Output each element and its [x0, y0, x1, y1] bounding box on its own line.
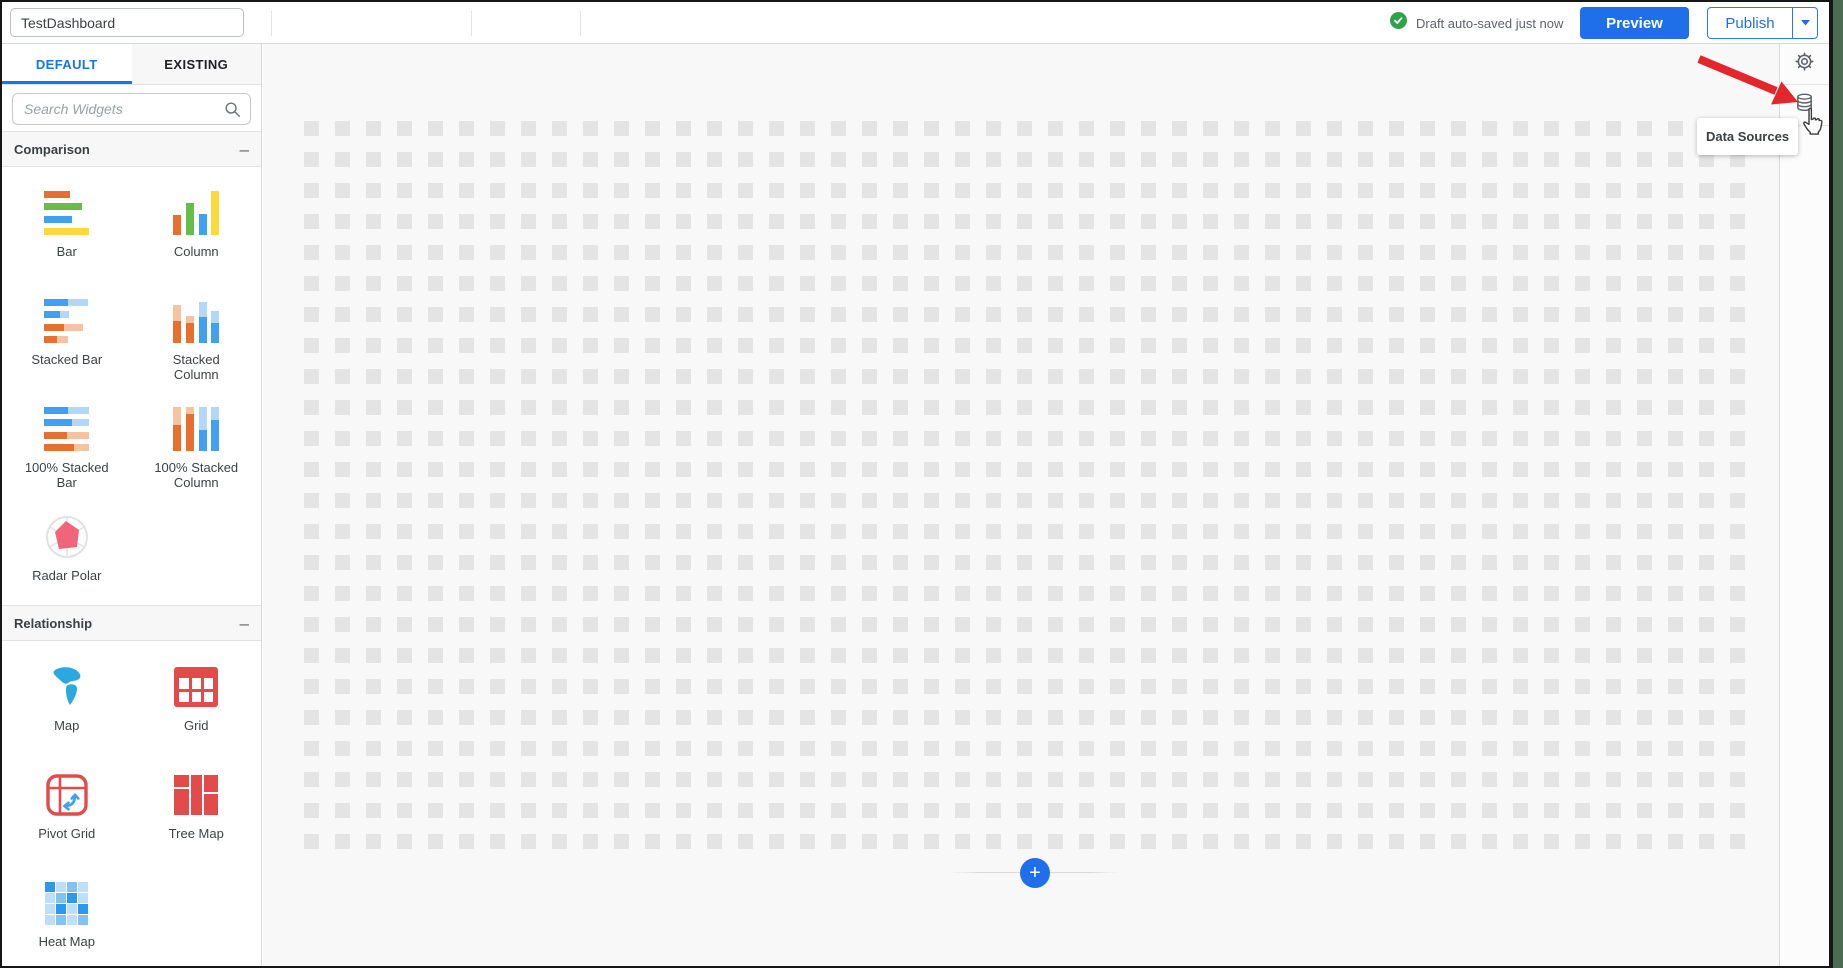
toolbar-divider	[580, 11, 581, 36]
bar-widget-icon	[44, 191, 90, 235]
sidebar-tabs: DEFAULTEXISTING	[2, 44, 261, 85]
widget-item-radar-polar[interactable]: Radar Polar	[2, 491, 132, 599]
widget-item-pivot-grid[interactable]: Pivot Grid	[2, 749, 132, 857]
widget-item-stacked-bar[interactable]: Stacked Bar	[2, 275, 132, 383]
data-sources-tooltip: Data Sources	[1697, 118, 1798, 155]
stacked-column-100-widget-icon	[173, 407, 219, 451]
tree-map-widget-icon	[173, 773, 219, 817]
dashboard-name-input[interactable]	[10, 8, 244, 37]
grid-widget-icon	[173, 665, 219, 709]
canvas-dot-grid	[304, 121, 1745, 849]
design-canvas[interactable]: +	[263, 44, 1779, 966]
stacked-column-widget-icon	[173, 299, 219, 343]
section-title: Relationship	[14, 616, 92, 631]
top-toolbar: Draft auto-saved just now Preview Publis…	[2, 2, 1829, 44]
tab-existing[interactable]: EXISTING	[132, 44, 262, 84]
widget-search	[12, 93, 251, 125]
database-icon	[1794, 92, 1815, 118]
toolbar-divider	[471, 11, 472, 36]
widget-label: Bar	[57, 244, 77, 259]
chevron-down-icon	[1801, 20, 1810, 26]
search-icon	[222, 99, 242, 124]
widget-label: Map	[54, 718, 79, 733]
widget-label: Heat Map	[39, 934, 95, 949]
widget-item-bar[interactable]: Bar	[2, 167, 132, 275]
section-header-comparison: Comparison –	[2, 131, 261, 167]
radar-polar-widget-icon	[44, 515, 90, 559]
column-widget-icon	[173, 191, 219, 235]
widget-item-heat-map[interactable]: Heat Map	[2, 857, 132, 965]
frame-right-edge	[1833, 0, 1843, 968]
tooltip-text: Data Sources	[1706, 129, 1789, 144]
widget-item-100-stacked-bar[interactable]: 100% Stacked Bar	[2, 383, 132, 491]
publish-split-button[interactable]: Publish	[1707, 7, 1818, 39]
widget-sections: Comparison – Bar Column Stacked Bar Stacked C…	[2, 131, 261, 965]
autosave-text: Draft auto-saved just now	[1416, 16, 1563, 31]
right-rail	[1779, 44, 1829, 966]
dashboard-designer-window: Draft auto-saved just now Preview Publis…	[0, 0, 1843, 968]
section-title: Comparison	[14, 142, 90, 157]
settings-button[interactable]	[1780, 44, 1829, 85]
autosave-status: Draft auto-saved just now	[1390, 2, 1563, 44]
widget-label: Stacked Column	[151, 352, 241, 382]
collapse-section-icon[interactable]: –	[240, 615, 249, 632]
widget-label: Grid	[184, 718, 209, 733]
widget-label: Stacked Bar	[31, 352, 102, 367]
search-input[interactable]	[12, 93, 251, 125]
widget-sidebar: DEFAULTEXISTING Comparison – Bar Column Stac…	[2, 44, 262, 966]
add-widget-button[interactable]: +	[1020, 858, 1050, 888]
widget-label: 100% Stacked Bar	[22, 460, 112, 490]
widget-item-100-stacked-column[interactable]: 100% Stacked Column	[132, 383, 262, 491]
frame-top	[0, 0, 1843, 2]
tab-default[interactable]: DEFAULT	[2, 44, 132, 84]
section-header-relationship: Relationship –	[2, 605, 261, 641]
widget-label: Radar Polar	[32, 568, 101, 583]
heat-map-widget-icon	[44, 881, 90, 925]
autosave-check-icon	[1390, 12, 1407, 34]
widget-item-tree-map[interactable]: Tree Map	[132, 749, 262, 857]
widget-label: Tree Map	[169, 826, 224, 841]
stacked-bar-100-widget-icon	[44, 407, 90, 451]
widget-label: 100% Stacked Column	[151, 460, 241, 490]
widget-grid: Bar Column Stacked Bar Stacked Column 100% S…	[2, 167, 261, 599]
widget-item-grid[interactable]: Grid	[132, 641, 262, 749]
widget-item-stacked-column[interactable]: Stacked Column	[132, 275, 262, 383]
stacked-bar-widget-icon	[44, 299, 90, 343]
widget-label: Column	[174, 244, 219, 259]
publish-button[interactable]: Publish	[1708, 8, 1793, 38]
toolbar-divider	[271, 11, 272, 36]
frame-left	[0, 0, 2, 968]
widget-grid: Map Grid Pivot Grid Tree Map Heat Map	[2, 641, 261, 965]
collapse-section-icon[interactable]: –	[240, 141, 249, 158]
pivot-grid-widget-icon	[44, 773, 90, 817]
publish-dropdown-caret[interactable]	[1793, 8, 1817, 38]
gear-icon	[1793, 50, 1816, 78]
widget-item-column[interactable]: Column	[132, 167, 262, 275]
map-widget-icon	[44, 665, 90, 709]
preview-button[interactable]: Preview	[1580, 7, 1689, 39]
widget-item-map[interactable]: Map	[2, 641, 132, 749]
widget-label: Pivot Grid	[38, 826, 95, 841]
